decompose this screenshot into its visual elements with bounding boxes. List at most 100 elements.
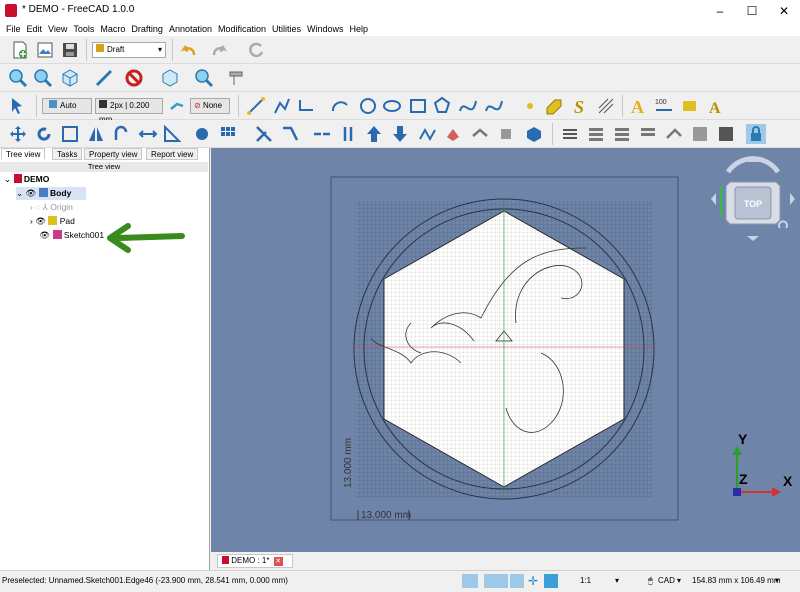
wire-to-bspline-icon[interactable] [418,124,438,144]
array-tools-icon[interactable] [192,124,212,144]
autogroup-button[interactable]: Auto [42,98,92,114]
maximize-button[interactable]: ☐ [737,0,767,22]
menu-edit[interactable]: Edit [27,22,43,36]
text-tool-icon[interactable]: A [628,96,648,117]
tree-item-body[interactable]: ⌄ 👁 Body [16,187,86,200]
rectangle-tool-icon[interactable] [408,96,428,116]
menu-file[interactable]: File [6,22,21,36]
snap-endpoint-icon[interactable] [510,574,524,588]
refresh-icon[interactable] [246,40,266,60]
menu-annotation[interactable]: Annotation [169,22,212,36]
circle-tool-icon[interactable] [358,96,378,116]
dimensions-chevron-icon[interactable]: ▾ [775,575,779,587]
tab-tasks[interactable]: Tasks [52,148,83,160]
draw-style-icon[interactable] [124,68,144,88]
clone-icon[interactable] [496,124,516,144]
save-icon[interactable] [60,40,80,60]
snap-lock-icon[interactable] [484,574,508,588]
redo-icon[interactable] [210,40,230,60]
tab-property-view[interactable]: Property view [84,148,143,160]
menu-utilities[interactable]: Utilities [272,22,301,36]
scale-chevron-icon[interactable]: ▾ [615,575,619,587]
bspline-tool-icon[interactable] [458,96,478,116]
construction-mode-icon[interactable] [168,96,188,116]
fillet-tool-icon[interactable] [297,96,317,116]
dimensions-readout[interactable]: 154.83 mm x 106.49 mm [692,575,780,587]
workbench-selector[interactable]: Draft ▾ [92,42,166,58]
ellipse-tool-icon[interactable] [382,96,402,116]
expand-chevron-icon[interactable]: ⌄ [4,174,11,184]
tree-item-demo[interactable]: ⌄ DEMO [4,173,49,186]
std-views-icon[interactable] [160,68,180,88]
close-button[interactable]: ✕ [769,0,799,22]
layer-icon[interactable] [560,124,580,144]
document-tab[interactable]: DEMO : 1* ✕ [217,554,293,568]
close-tab-icon[interactable]: ✕ [273,557,283,566]
select-cursor-icon[interactable] [8,96,28,116]
apply-style-icon[interactable] [690,124,710,144]
fit-selection-icon[interactable] [33,68,53,88]
nav-style-selector[interactable]: CAD [658,575,675,587]
eye-icon[interactable]: 👁 [26,188,37,198]
select-group-icon[interactable] [612,124,632,144]
eye-hidden-icon[interactable]: ◌ [35,202,40,212]
label-tool-icon[interactable] [680,96,700,116]
upgrade-icon[interactable] [364,124,384,144]
minimize-button[interactable]: – [705,0,735,22]
grid-toggle-icon[interactable] [462,574,478,588]
add-to-group-icon[interactable] [586,124,606,144]
wire-tool-icon[interactable] [272,96,292,116]
stretch-icon[interactable] [138,124,158,144]
snap-center-icon[interactable]: ✛ [528,574,538,588]
menu-view[interactable]: View [48,22,67,36]
menu-windows[interactable]: Windows [307,22,344,36]
menu-help[interactable]: Help [350,22,369,36]
tree-item-origin[interactable]: › ◌ ⅄ Origin [30,201,73,214]
downgrade-icon[interactable] [390,124,410,144]
draft2sketch-icon[interactable] [162,124,182,144]
fit-all-icon[interactable] [8,68,28,88]
trimex-icon[interactable] [254,124,274,144]
offset-icon[interactable] [112,124,132,144]
isometric-view-icon[interactable] [60,68,80,88]
snap-mode-button[interactable]: ⊘ None [190,98,230,114]
navigation-cube[interactable]: TOP [708,154,798,244]
tab-tree-view[interactable]: Tree view [1,148,46,160]
arc-tool-icon[interactable] [330,96,350,116]
facebinder-icon[interactable] [544,96,564,116]
dimension-tool-icon[interactable]: 100 [654,96,674,116]
menu-macro[interactable]: Macro [100,22,125,36]
eye-icon[interactable]: 👁 [35,216,46,226]
scale-selector[interactable]: 1:1 [580,575,591,587]
point-tool-icon[interactable] [520,96,540,116]
working-plane-icon[interactable] [524,124,544,144]
snap-dimension-icon[interactable] [544,574,558,588]
edit-icon[interactable] [444,124,464,144]
linestyle-button[interactable]: 2px | 0.200 mm [95,98,163,124]
open-document-icon[interactable] [35,40,55,60]
toggle-construction-icon[interactable] [664,124,684,144]
move-icon[interactable] [8,124,28,144]
mirror-icon[interactable] [86,124,106,144]
grid-array-icon[interactable] [218,124,238,144]
toggle-grid-icon[interactable] [716,124,736,144]
3d-view[interactable]: 13.000 mm 13.000 mm TOP Y X Z [211,148,800,552]
group-tools-icon[interactable] [638,124,658,144]
upgrade-wire-icon[interactable] [338,124,358,144]
rotate-icon[interactable] [34,124,54,144]
lock-icon[interactable] [746,124,766,144]
polygon-tool-icon[interactable] [432,96,452,116]
line-tool-icon[interactable] [246,96,266,116]
expand-chevron-icon[interactable]: ⌄ [16,188,23,198]
shapestring-icon[interactable]: S [570,96,590,117]
hatch-icon[interactable] [596,96,616,116]
eye-icon[interactable]: 👁 [39,230,50,240]
tree-item-sketch001[interactable]: 👁 Sketch001 [30,229,104,242]
tree-item-pad[interactable]: › 👁 Pad [30,215,75,228]
expand-chevron-icon[interactable]: › [30,216,33,226]
undo-icon[interactable] [178,40,198,60]
menu-tools[interactable]: Tools [73,22,94,36]
menu-drafting[interactable]: Drafting [131,22,163,36]
split-icon[interactable] [312,124,332,144]
zoom-icon[interactable] [194,68,214,88]
